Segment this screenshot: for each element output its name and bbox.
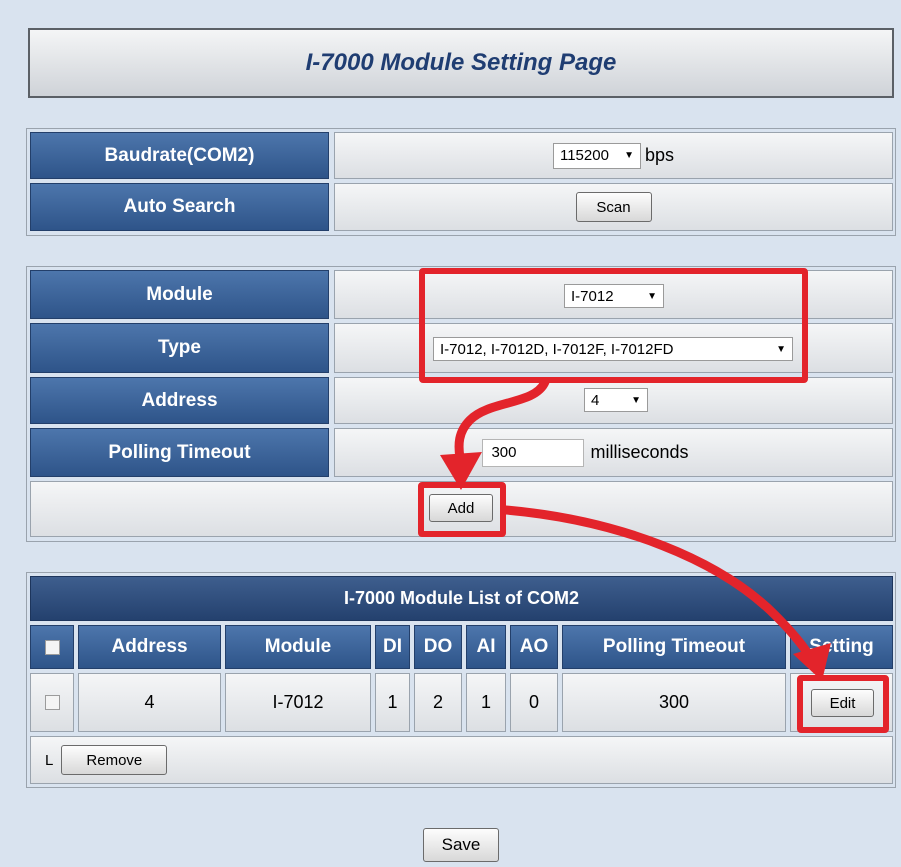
- arrow-to-add-path: [454, 377, 550, 463]
- arrow-to-edit-path: [501, 505, 817, 665]
- annotation-arrows: [440, 377, 831, 681]
- arrow-to-edit-head: [793, 643, 831, 681]
- arrow-to-add-head: [440, 452, 482, 490]
